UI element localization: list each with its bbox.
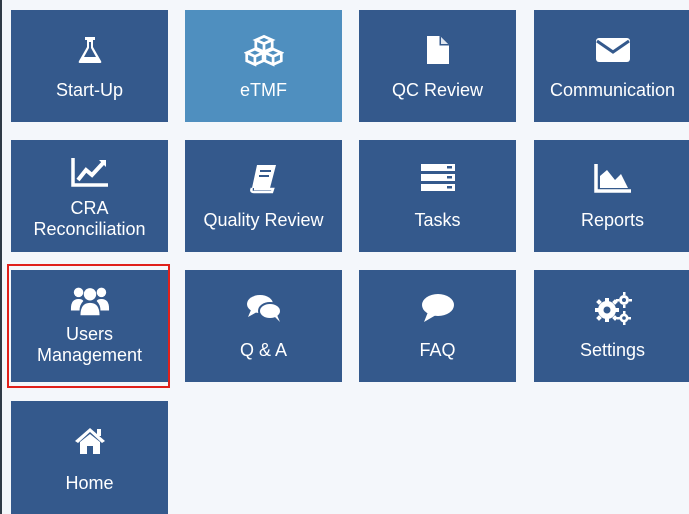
cubes-icon <box>243 32 284 68</box>
tile-settings[interactable]: Settings <box>534 270 689 382</box>
tile-users-management[interactable]: Users Management <box>11 270 168 382</box>
users-icon <box>70 282 110 318</box>
tile-label: Home <box>65 473 114 493</box>
tile-label: QC Review <box>391 80 484 100</box>
tile-label: Communication <box>549 80 676 100</box>
line-chart-icon <box>70 154 110 190</box>
tile-label: Quality Review <box>203 210 324 230</box>
tile-q-and-a[interactable]: Q & A <box>185 270 342 382</box>
tile-tasks[interactable]: Tasks <box>359 140 516 252</box>
book-icon <box>244 160 284 196</box>
flask-icon <box>70 32 110 68</box>
home-icon <box>70 423 110 459</box>
tile-label: Reports <box>580 210 645 230</box>
tile-label: FAQ <box>419 340 456 360</box>
tile-etmf[interactable]: eTMF <box>185 10 342 122</box>
tile-label: Tasks <box>414 210 461 230</box>
server-icon <box>418 160 458 196</box>
tile-reports[interactable]: Reports <box>534 140 689 252</box>
tile-label: eTMF <box>240 80 287 100</box>
tile-label: Users Management <box>36 324 143 365</box>
comments-icon <box>244 290 284 326</box>
gears-icon <box>593 290 633 326</box>
tile-label: CRA Reconciliation <box>33 198 146 239</box>
tile-faq[interactable]: FAQ <box>359 270 516 382</box>
tile-communication[interactable]: Communication <box>534 10 689 122</box>
file-icon <box>418 32 458 68</box>
comment-icon <box>418 290 458 326</box>
tile-label: Start-Up <box>55 80 124 100</box>
envelope-icon <box>593 32 633 68</box>
tile-home[interactable]: Home <box>11 401 168 514</box>
tile-quality-review[interactable]: Quality Review <box>185 140 342 252</box>
tile-start-up[interactable]: Start-Up <box>11 10 168 122</box>
window-left-border <box>0 0 2 514</box>
tile-label: Settings <box>579 340 646 360</box>
tile-label: Q & A <box>239 340 288 360</box>
tile-qc-review[interactable]: QC Review <box>359 10 516 122</box>
tile-cra-reconciliation[interactable]: CRA Reconciliation <box>11 140 168 252</box>
area-chart-icon <box>593 160 633 196</box>
